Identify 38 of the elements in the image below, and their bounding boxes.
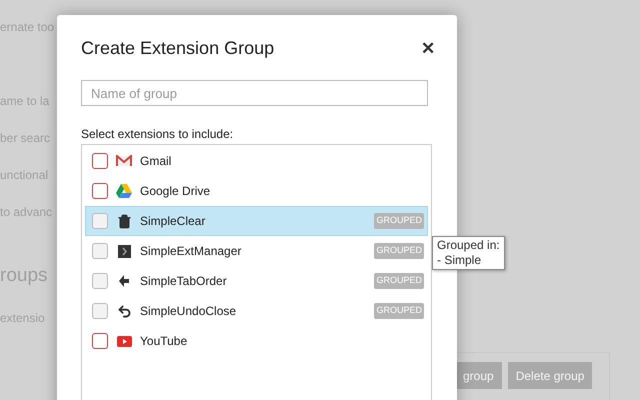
extension-name: SimpleClear (140, 213, 206, 230)
extension-row[interactable]: SimpleClear GROUPED (85, 206, 428, 236)
grouped-badge: GROUPED (374, 273, 424, 289)
play-icon (116, 336, 132, 346)
extension-name: SimpleTabOrder (140, 273, 228, 290)
triangle-icon (116, 184, 132, 198)
checkbox[interactable] (92, 333, 108, 349)
extension-row[interactable]: Gmail (85, 146, 428, 176)
extension-row[interactable]: SimpleExtManager GROUPED (85, 236, 428, 266)
extension-row[interactable]: SimpleUndoClose GROUPED (85, 296, 428, 326)
extension-row[interactable]: SimpleTabOrder GROUPED (85, 266, 428, 296)
tooltip-text: - Simple (437, 253, 482, 268)
undo-icon (116, 304, 132, 318)
grouped-badge: GROUPED (374, 213, 424, 229)
grouped-badge: GROUPED (374, 243, 424, 259)
checkbox[interactable] (92, 303, 108, 319)
group-name-field[interactable]: Name of group (81, 80, 428, 106)
dialog-title: Create Extension Group (81, 37, 274, 60)
extension-row[interactable]: YouTube (85, 326, 428, 356)
extension-row[interactable]: Google Drive (85, 176, 428, 206)
checkbox[interactable] (92, 243, 108, 259)
extension-name: YouTube (140, 333, 188, 350)
extension-name: SimpleExtManager (140, 243, 242, 260)
tooltip-text: Grouped in: (437, 238, 500, 253)
extension-name: Google Drive (140, 183, 212, 200)
tab-arrows-icon (117, 274, 131, 288)
checkbox[interactable] (92, 213, 108, 229)
grouped-badge: GROUPED (374, 303, 424, 319)
trash-icon (116, 214, 132, 228)
checkbox[interactable] (92, 273, 108, 289)
checkbox[interactable] (92, 183, 108, 199)
close-button[interactable]: ✕ (421, 36, 435, 62)
extension-name: SimpleUndoClose (140, 303, 238, 320)
chevron-square-icon (118, 244, 130, 258)
envelope-m-icon (116, 155, 132, 167)
checkbox[interactable] (92, 153, 108, 169)
list-label: Select extensions to include: (81, 126, 234, 143)
extension-name: Gmail (140, 153, 172, 170)
